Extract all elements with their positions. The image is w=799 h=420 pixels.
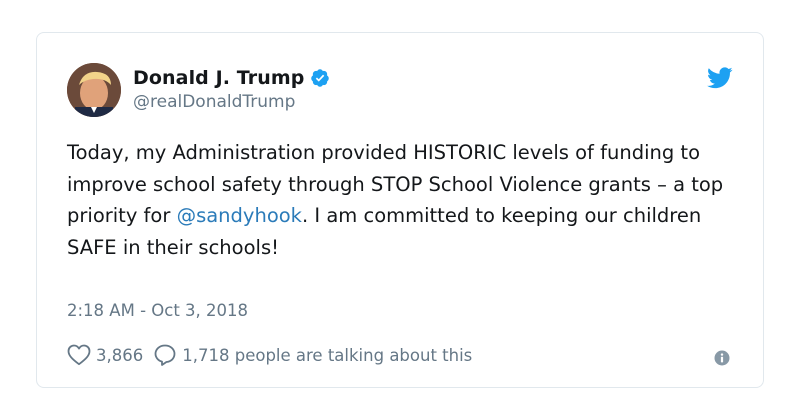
- talking-count: 1,718 people are talking about this: [182, 345, 473, 365]
- tweet-timestamp[interactable]: 2:18 AM - Oct 3, 2018: [67, 301, 248, 320]
- tweet-card[interactable]: Donald J. Trump @realDonaldTrump Today, …: [36, 32, 764, 388]
- avatar[interactable]: [67, 63, 121, 117]
- avatar-image: [67, 63, 121, 117]
- handle[interactable]: @realDonaldTrump: [133, 92, 330, 112]
- like-count: 3,866: [96, 345, 144, 365]
- mention-link[interactable]: @sandyhook: [177, 204, 302, 227]
- tweet-text: Today, my Administration provided HISTOR…: [67, 137, 727, 263]
- heart-icon: [67, 344, 91, 366]
- verified-badge-icon: [310, 68, 330, 88]
- engagement-bar: 3,866 1,718 people are talking about thi…: [67, 342, 472, 368]
- display-name[interactable]: Donald J. Trump: [133, 67, 304, 89]
- talking-button[interactable]: 1,718 people are talking about this: [143, 343, 472, 367]
- like-button[interactable]: 3,866: [67, 344, 143, 366]
- info-icon[interactable]: [714, 350, 730, 366]
- tweet-header: Donald J. Trump @realDonaldTrump: [67, 61, 733, 117]
- twitter-bird-icon[interactable]: [707, 67, 733, 89]
- author-info: Donald J. Trump @realDonaldTrump: [133, 65, 330, 112]
- speech-bubble-icon: [153, 343, 177, 367]
